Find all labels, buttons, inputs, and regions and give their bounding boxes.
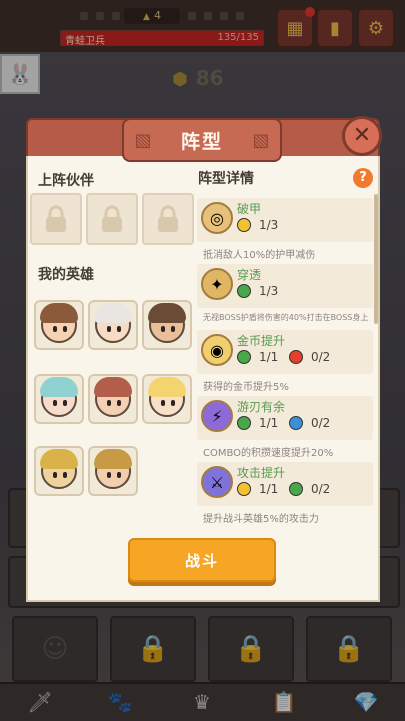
hero-card[interactable]	[88, 446, 138, 496]
hero-portrait	[94, 303, 132, 343]
hero-type-green-icon	[237, 284, 251, 298]
fight-label: 战斗	[184, 551, 219, 570]
hero-card[interactable]	[34, 300, 84, 350]
close-icon: ✕	[352, 123, 372, 148]
hero-portrait	[94, 377, 132, 417]
heroes-title: 我的英雄	[38, 267, 94, 283]
lock-icon	[46, 205, 66, 232]
partner-slot-locked[interactable]	[86, 193, 138, 245]
penetrate-icon: ✦	[201, 268, 233, 300]
hero-card[interactable]	[142, 374, 192, 424]
hero-portrait	[148, 303, 186, 343]
partner-slot-locked[interactable]	[142, 193, 194, 245]
lock-icon	[158, 205, 178, 232]
hero-card[interactable]	[88, 374, 138, 424]
hero-portrait	[94, 449, 132, 489]
fight-button[interactable]: 战斗	[128, 538, 276, 582]
partner-slot-locked[interactable]	[30, 193, 82, 245]
formation-dialog: ▧ 阵型 ▧ ✕ 上阵伙伴 阵型详情 ? 我的英雄 ◎ 破甲 1/3 抵消敌人1…	[26, 116, 382, 602]
hero-type-green-icon	[237, 350, 251, 364]
attack-boost-icon: ⚔	[201, 466, 233, 498]
hero-type-green-icon	[237, 416, 251, 430]
title-plate: ▧ 阵型 ▧	[122, 118, 282, 162]
close-button[interactable]: ✕	[342, 116, 382, 156]
ornament-icon: ▧	[134, 130, 152, 151]
coin-boost-icon: ◉	[201, 334, 233, 366]
detail-title: 阵型详情	[198, 171, 254, 187]
hero-card[interactable]	[34, 446, 84, 496]
hero-type-green-icon	[289, 482, 303, 496]
question-icon: ?	[359, 170, 367, 185]
hero-type-yellow-icon	[237, 218, 251, 232]
partners-title: 上阵伙伴	[38, 173, 94, 189]
hero-type-blue-icon	[289, 416, 303, 430]
formation-detail-list: ◎ 破甲 1/3 抵消敌人10%的护甲减伤 ✦ 穿透 1/3 无视BOSS护盾将…	[197, 194, 377, 558]
combo-icon: ⚡	[201, 400, 233, 432]
hero-type-yellow-icon	[237, 482, 251, 496]
hero-portrait	[40, 449, 78, 489]
hero-portrait	[148, 377, 186, 417]
hero-type-red-icon	[289, 350, 303, 364]
lock-icon	[102, 205, 122, 232]
armor-break-icon: ◎	[201, 202, 233, 234]
ornament-icon: ▧	[252, 130, 270, 151]
dialog-title: 阵型	[180, 130, 223, 153]
hero-card[interactable]	[34, 374, 84, 424]
hero-portrait	[40, 303, 78, 343]
help-button[interactable]: ?	[353, 168, 373, 188]
hero-card[interactable]	[142, 300, 192, 350]
hero-portrait	[40, 377, 78, 417]
hero-card[interactable]	[88, 300, 138, 350]
